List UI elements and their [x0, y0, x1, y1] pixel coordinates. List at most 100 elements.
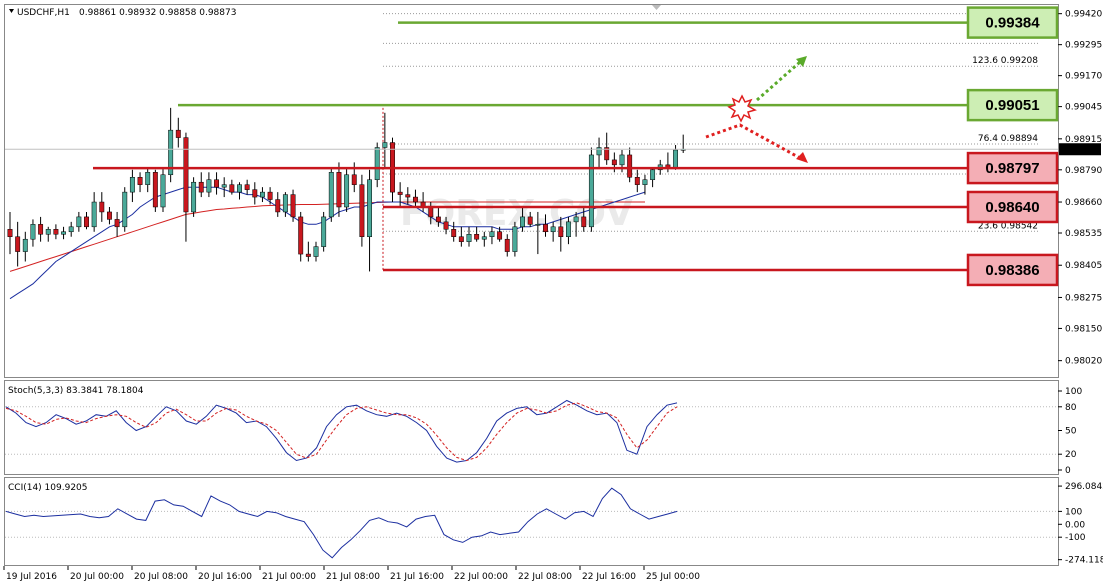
bear-candle: [435, 216, 441, 223]
bull-candle: [129, 176, 135, 193]
bear-candle: [53, 229, 59, 235]
resistance-level-value: 0.99051: [985, 97, 1039, 114]
bull-candle: [566, 221, 571, 237]
bear-candle: [497, 231, 503, 240]
ohlc-label: 0.98861 0.98932 0.98858 0.98873: [79, 8, 236, 18]
bull-candle: [22, 238, 28, 252]
bull-candle: [382, 142, 388, 148]
price-tick-label: 0.98790: [1065, 166, 1102, 176]
time-tick-label: 20 Jul 16:00: [198, 572, 252, 582]
bull-candle: [489, 231, 495, 237]
price-tick-label: 0.99045: [1065, 103, 1102, 113]
bull-candle: [160, 174, 166, 208]
bull-candle: [191, 181, 197, 213]
bear-candle: [558, 226, 564, 237]
time-tick-label: 21 Jul 16:00: [390, 572, 444, 582]
bull-candle: [673, 149, 678, 168]
chart-background: [0, 0, 1103, 588]
time-tick-label: 22 Jul 00:00: [454, 572, 508, 582]
time-tick-label: 19 Jul 2016: [6, 572, 57, 582]
cci-tick-label: 100: [1065, 507, 1082, 517]
time-tick-label: 22 Jul 08:00: [518, 572, 572, 582]
bear-candle: [581, 216, 587, 228]
bull-candle: [30, 224, 36, 240]
bull-candle: [650, 169, 656, 180]
bear-candle: [99, 201, 105, 213]
bear-candle: [474, 234, 480, 240]
bull-candle: [221, 184, 227, 188]
bear-candle: [443, 221, 449, 230]
bull-candle: [512, 226, 518, 252]
bear-candle: [634, 176, 640, 185]
time-tick-label: 20 Jul 08:00: [134, 572, 188, 582]
symbol-label: USDCHF,H1: [17, 8, 70, 18]
bull-candle: [367, 179, 373, 237]
bear-candle: [451, 229, 457, 237]
bull-candle: [596, 147, 602, 156]
bull-candle: [588, 154, 594, 228]
bear-candle: [405, 194, 411, 198]
bull-candle: [282, 194, 288, 213]
cci-tick-label: 0.00: [1065, 520, 1085, 530]
bear-candle: [229, 184, 235, 193]
bear-candle: [38, 224, 44, 235]
bull-candle: [260, 191, 265, 198]
trading-chart[interactable]: 0.994200.992950.991700.990450.989150.987…: [0, 0, 1103, 588]
cci-tick-label: 296.0842: [1065, 482, 1103, 492]
bear-candle: [214, 179, 220, 188]
bull-candle: [91, 201, 97, 228]
price-tick-label: 0.98660: [1065, 198, 1102, 208]
bear-candle: [107, 211, 112, 220]
bear-candle: [15, 236, 21, 252]
bull-candle: [619, 154, 625, 166]
bear-candle: [413, 196, 418, 203]
bull-candle: [313, 246, 319, 257]
time-tick-label: 22 Jul 16:00: [582, 572, 636, 582]
time-tick-label: 20 Jul 00:00: [70, 572, 124, 582]
bear-candle: [7, 229, 13, 237]
bear-candle: [458, 236, 464, 242]
bear-candle: [543, 224, 548, 233]
support-level-value: 0.98797: [985, 160, 1039, 177]
stoch-tick-label: 0: [1065, 466, 1071, 476]
bear-candle: [275, 199, 281, 213]
stoch-title: Stoch(5,3,3) 83.3841 78.1804: [8, 386, 144, 396]
bull-candle: [206, 179, 212, 193]
bull-candle: [550, 226, 556, 233]
cci-tick-label: -100: [1065, 533, 1086, 543]
bull-candle: [145, 172, 151, 185]
bear-candle: [137, 176, 143, 185]
bull-candle: [321, 216, 327, 247]
bull-candle: [481, 236, 487, 240]
bear-candle: [175, 129, 181, 138]
bear-candle: [397, 191, 403, 195]
bear-candle: [244, 184, 250, 190]
bull-candle: [76, 216, 82, 228]
bull-candle: [520, 216, 525, 228]
bear-candle: [290, 194, 296, 218]
bear-candle: [198, 181, 204, 193]
stoch-tick-label: 80: [1065, 403, 1077, 413]
bear-candle: [252, 189, 258, 198]
resistance-level-value: 0.99384: [985, 15, 1040, 32]
time-tick-label: 21 Jul 00:00: [262, 572, 316, 582]
bear-candle: [267, 191, 273, 200]
bear-candle: [611, 159, 617, 166]
support-level-value: 0.98640: [985, 199, 1039, 216]
bear-candle: [152, 172, 158, 208]
bull-candle: [237, 184, 242, 193]
bear-candle: [359, 184, 365, 237]
price-tick-label: 0.98020: [1065, 357, 1102, 367]
bear-candle: [298, 216, 304, 255]
bear-candle: [351, 174, 357, 185]
cci-title: CCI(14) 109.9205: [8, 483, 88, 493]
bear-candle: [504, 238, 510, 252]
bear-candle: [305, 253, 311, 257]
fib-level-label: 76.4 0.98894: [978, 134, 1038, 144]
fib-level-label: 123.6 0.99208: [972, 56, 1038, 66]
bear-candle: [336, 172, 342, 208]
bear-candle: [627, 154, 633, 178]
stoch-tick-label: 100: [1065, 387, 1082, 397]
bull-candle: [328, 172, 334, 218]
bull-candle: [466, 234, 472, 242]
